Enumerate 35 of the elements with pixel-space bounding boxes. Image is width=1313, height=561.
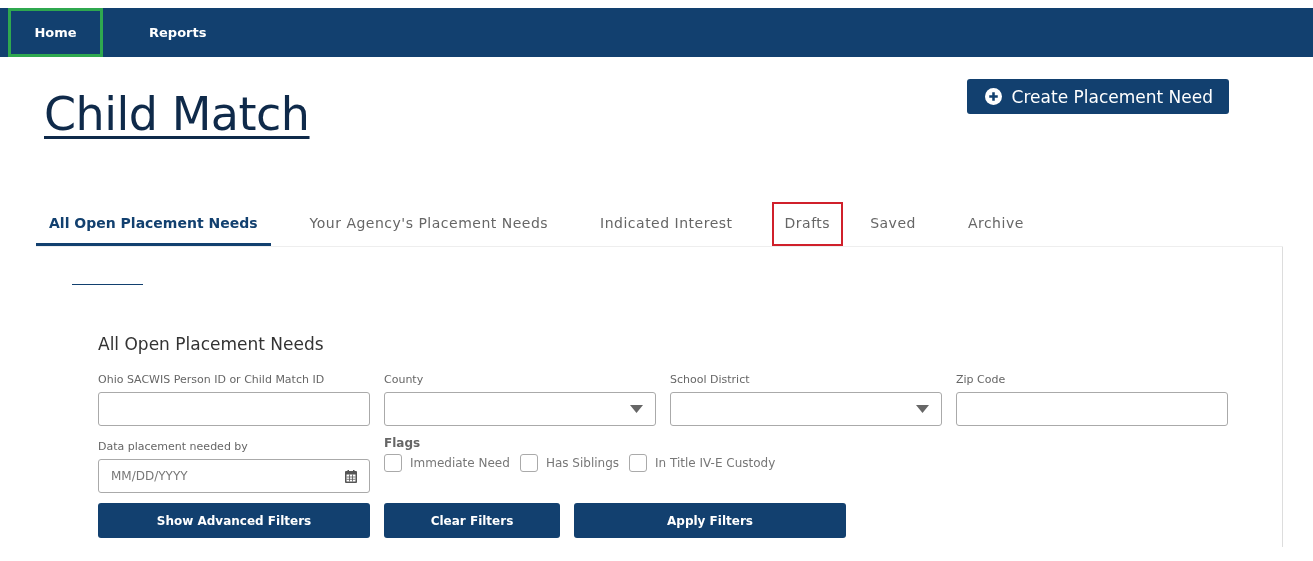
section-heading: All Open Placement Needs — [98, 334, 325, 354]
filter-button[interactable]: Clear Filters — [384, 503, 560, 538]
tab[interactable]: Saved — [857, 202, 929, 246]
nav-link[interactable]: Home — [8, 8, 103, 57]
page-title: Child Match — [44, 87, 310, 141]
tab[interactable]: Indicated Interest — [587, 202, 746, 246]
field-label: School District — [670, 373, 751, 386]
filter-button[interactable]: Show Advanced Filters — [98, 503, 370, 538]
dropdown-field[interactable] — [384, 392, 656, 426]
tab[interactable]: Your Agency's Placement Needs — [296, 202, 562, 246]
date-field[interactable]: MM/DD/YYYY — [98, 459, 370, 493]
calendar-icon — [345, 469, 357, 483]
field-label: County — [384, 373, 425, 386]
field-label: Data placement needed by — [98, 440, 249, 453]
checkbox[interactable] — [629, 454, 648, 472]
create-placement-need-button[interactable]: Create Placement Need — [966, 79, 1229, 114]
checkbox[interactable] — [384, 454, 402, 472]
tab[interactable]: All Open Placement Needs — [36, 202, 271, 246]
dropdown-caret-icon — [916, 405, 929, 413]
field-label: Zip Code — [956, 373, 1007, 386]
tab[interactable]: Drafts — [771, 202, 844, 246]
input-field[interactable] — [956, 392, 1228, 426]
field-label: Ohio SACWIS Person ID or Child Match ID — [98, 373, 326, 386]
flags-label: Flags — [384, 436, 422, 450]
checkbox-label: Has Siblings — [545, 456, 620, 470]
checkbox[interactable] — [519, 454, 538, 472]
plus-circle-icon — [984, 88, 1002, 105]
filter-button[interactable]: Apply Filters — [574, 503, 846, 538]
input-field[interactable] — [98, 392, 370, 426]
dropdown-field[interactable] — [670, 392, 942, 426]
dropdown-caret-icon — [630, 405, 643, 413]
checkbox-label: In Title IV-E Custody — [655, 456, 776, 470]
tab[interactable]: Archive — [954, 202, 1037, 246]
nav-link[interactable]: Reports — [121, 8, 235, 57]
checkbox-label: Immediate Need — [410, 456, 510, 470]
